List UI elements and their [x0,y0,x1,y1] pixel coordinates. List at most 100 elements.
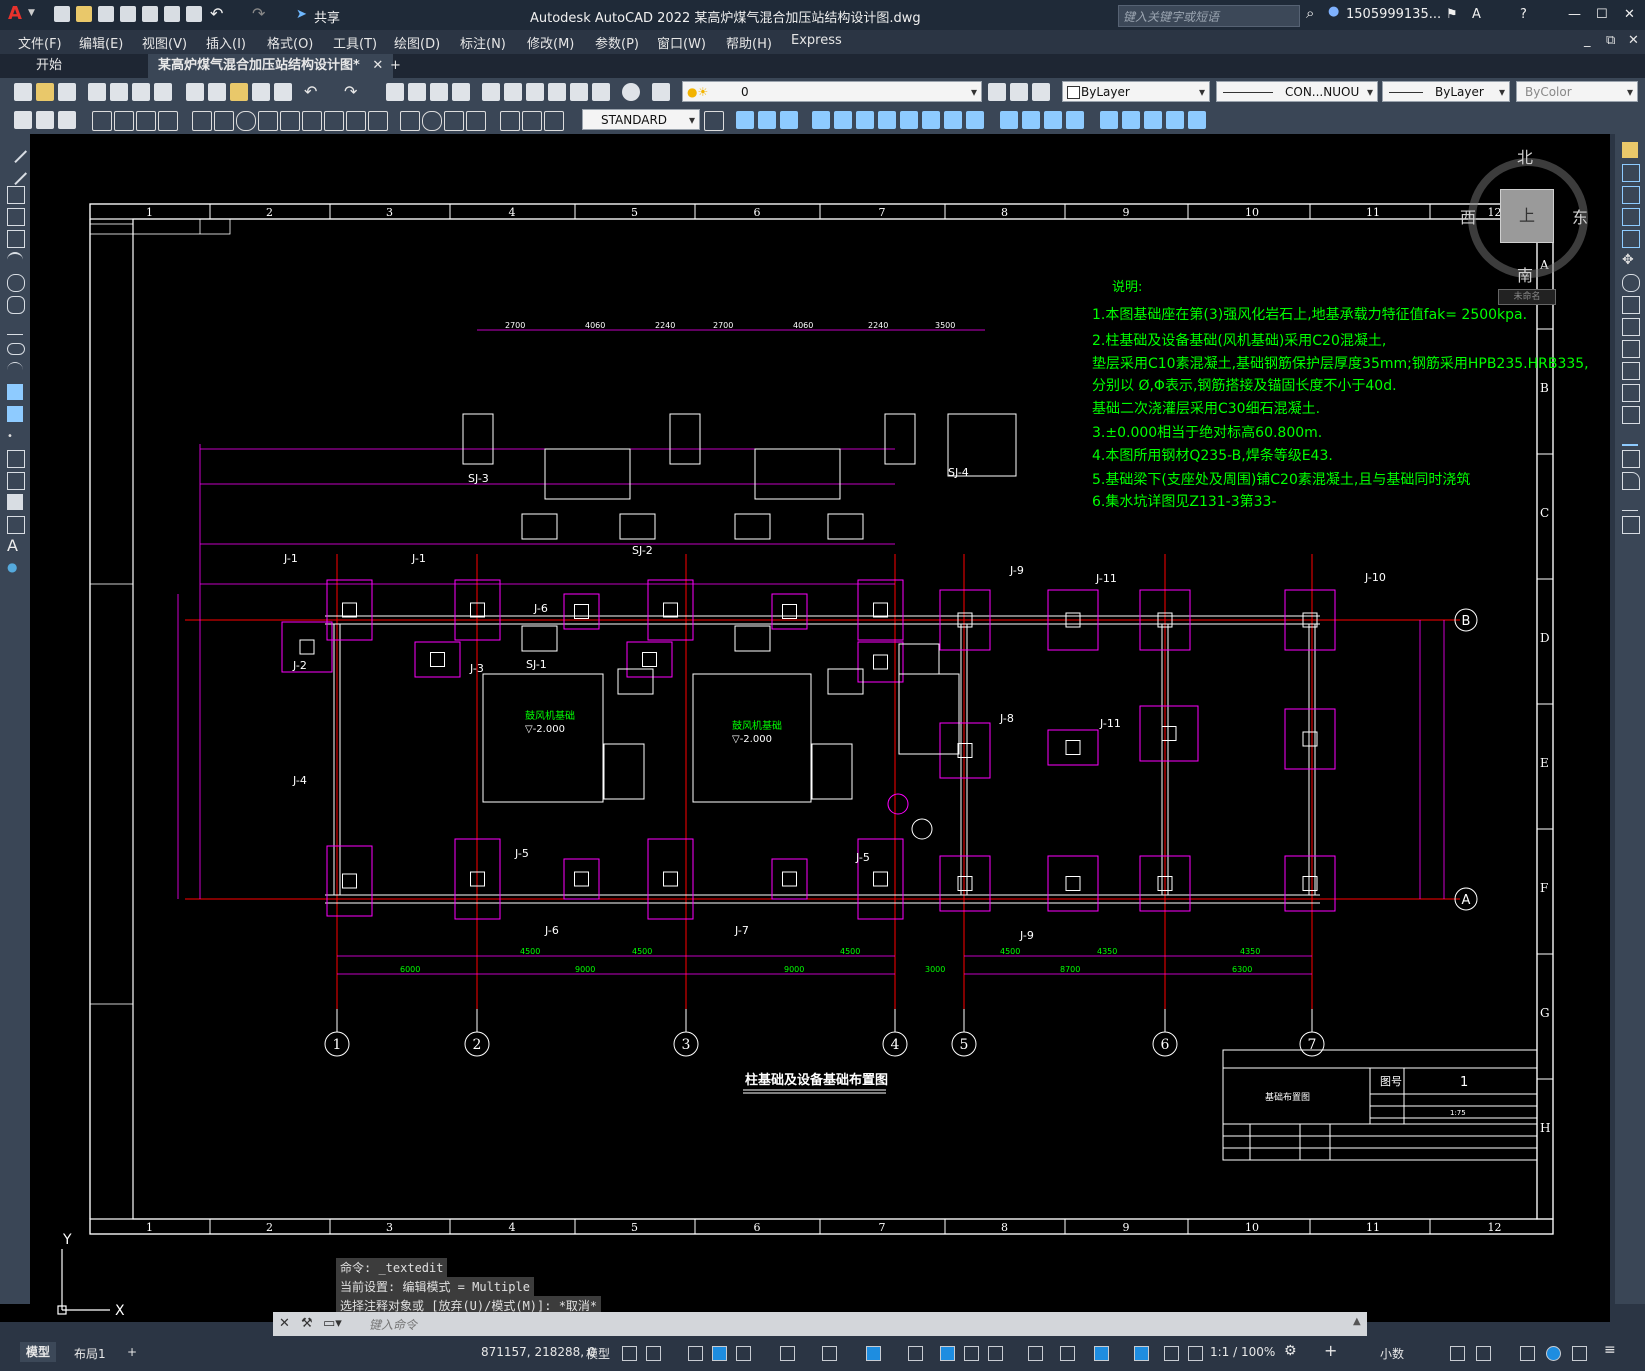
tolerance-icon[interactable] [400,111,420,131]
viewcube-south[interactable]: 南 [1517,262,1533,286]
arc-icon[interactable] [7,252,23,270]
dim-jogged-icon[interactable] [214,111,234,131]
copy-object-icon[interactable] [758,111,776,129]
share-button[interactable]: 共享 [314,7,340,26]
grid-icon[interactable] [622,1346,637,1361]
properties-icon[interactable] [482,83,500,101]
menu-modify[interactable]: 修改(M) [527,33,574,52]
explode-icon[interactable] [1622,516,1640,534]
erase-icon[interactable] [1100,111,1118,129]
minimize-icon[interactable]: — [1568,7,1581,22]
move-icon[interactable]: ✥ [1622,252,1638,268]
saveas-icon[interactable] [120,6,136,22]
chamfer-icon[interactable] [1022,111,1040,129]
move-icon[interactable] [736,111,754,129]
join-icon[interactable] [1622,428,1638,446]
break-point-icon[interactable] [1622,384,1640,402]
menu-insert[interactable]: 插入(I) [206,33,246,52]
user-name[interactable]: 1505999135... [1346,7,1441,22]
design-center-icon[interactable] [504,83,522,101]
undo-icon[interactable]: ↶ [210,4,223,23]
stretch-icon[interactable] [900,111,918,129]
paste-icon[interactable] [230,83,248,101]
tab-start[interactable]: 开始 [26,54,73,78]
auto-scale-icon[interactable] [1134,1346,1149,1361]
quick-dim-icon[interactable] [280,111,300,131]
infer-icon[interactable] [688,1346,703,1361]
qnew-icon[interactable] [14,83,32,101]
cut-icon[interactable] [186,83,204,101]
dim-style-icon[interactable] [704,111,724,131]
erase-icon[interactable] [1622,142,1638,158]
layer-properties-icon[interactable] [652,83,670,101]
sheetset-icon[interactable] [548,83,566,101]
web-mobile-icon[interactable] [142,6,158,22]
menu-dimension[interactable]: 标注(N) [460,33,506,52]
trim-icon[interactable] [1622,340,1640,358]
drawing-canvas[interactable]: 1 1 2 2 3 3 4 4 5 5 6 6 7 7 8 8 9 9 10 10 11 11 12 12 ABCDEFGH [0,134,1610,1322]
dim-ordinate-icon[interactable] [158,111,178,131]
dim-continue-icon[interactable] [324,111,344,131]
help-icon[interactable]: ? [1520,7,1527,22]
scale-icon[interactable] [878,111,896,129]
dim-update-icon[interactable] [544,111,564,131]
menu-express[interactable]: Express [791,33,842,48]
command-scroll-icon[interactable]: ▲ [1353,1316,1361,1327]
layout-tab-layout1[interactable]: 布局1 [74,1345,106,1362]
explode-icon[interactable] [1066,111,1084,129]
snap-icon[interactable] [646,1346,661,1361]
clean-screen-icon[interactable] [1572,1346,1587,1361]
menu-view[interactable]: 视图(V) [142,33,187,52]
transparency-icon[interactable] [908,1346,923,1361]
color-dropdown[interactable]: ByLayer ▾ [1062,81,1210,102]
layer-previous-icon[interactable] [1010,83,1028,101]
osnap-tracking-icon[interactable] [780,1346,795,1361]
copy-icon[interactable] [1622,164,1640,182]
menu-draw[interactable]: 绘图(D) [394,33,440,52]
doc-restore-icon[interactable]: ⧉ [1606,33,1615,48]
dim-text-edit-icon[interactable] [522,111,542,131]
break-icon[interactable] [966,111,984,129]
jogged-linear-icon[interactable] [466,111,486,131]
menu-parametric[interactable]: 参数(P) [595,33,639,52]
publish-icon[interactable] [132,83,150,101]
cart-icon[interactable]: ⚑ [1446,7,1458,22]
units-value[interactable]: 小数 [1380,1345,1404,1362]
spline-icon[interactable] [7,318,23,335]
offset-icon[interactable] [1622,208,1640,226]
chamfer-icon[interactable] [1622,450,1640,468]
cloud-icon[interactable] [164,6,180,22]
array-icon[interactable] [834,111,852,129]
viewcube-east[interactable]: 东 [1572,204,1588,228]
rotate-icon[interactable] [1622,274,1640,292]
scale-icon[interactable] [1622,296,1640,314]
offset-icon[interactable] [812,111,830,129]
menu-window[interactable]: 窗口(W) [657,33,706,52]
isolate-objects-icon[interactable] [1520,1346,1535,1361]
redo-icon[interactable]: ↷ [252,4,265,23]
plotstyle-dropdown[interactable]: ByColor ▾ [1516,81,1638,102]
quickcalc-icon[interactable] [592,83,610,101]
inspect-icon[interactable] [444,111,464,131]
viewcube-top-face[interactable]: 上 [1500,189,1554,243]
annotation-scale-value[interactable]: 1:1 / 100% [1210,1345,1275,1359]
polar-icon[interactable] [736,1346,751,1361]
menu-help[interactable]: 帮助(H) [726,33,772,52]
viewcube-north[interactable]: 北 [1517,144,1533,168]
layer-dropdown[interactable]: ●☀ 0 ▾ [682,81,982,102]
tool-palettes-icon[interactable] [526,83,544,101]
autodesk-app-icon[interactable]: A [1472,7,1481,22]
menu-edit[interactable]: 编辑(E) [79,33,123,52]
new-icon[interactable] [54,6,70,22]
draworder-icon[interactable] [14,111,32,129]
ellipse-arc-icon[interactable] [7,362,23,379]
close-icon[interactable]: ✕ [1624,7,1635,22]
ortho-icon[interactable] [712,1346,727,1361]
dim-edit-icon[interactable] [500,111,520,131]
mtext-icon[interactable]: A [7,538,23,554]
zoom-realtime-icon[interactable] [408,83,426,101]
tab-drawing[interactable]: 某高炉煤气混合加压站结构设计图* ✕ [148,54,394,78]
new-layout-button[interactable]: + [127,1345,137,1359]
dim-radius-icon[interactable] [192,111,212,131]
gizmo-icon[interactable] [1060,1346,1075,1361]
